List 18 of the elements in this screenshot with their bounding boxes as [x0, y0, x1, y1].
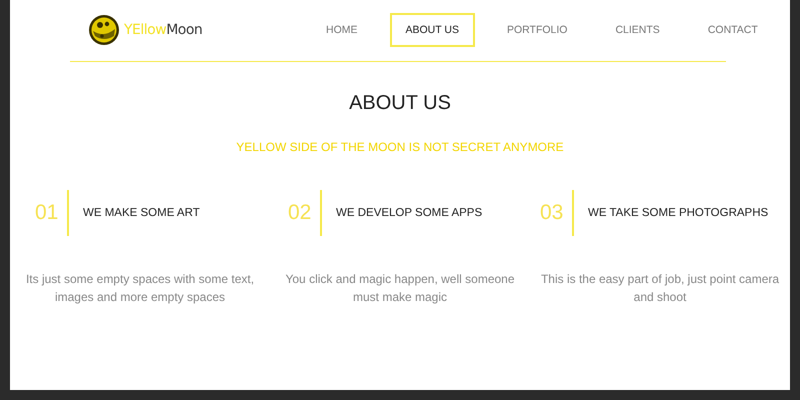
feature-number: 03 — [540, 201, 564, 225]
section-subtitle: YELLOW SIDE OF THE MOON IS NOT SECRET ANYMORE — [235, 140, 565, 154]
feature-description: Its just some empty spaces with some text, images and more empty spaces — [24, 271, 256, 306]
moon-logo-icon — [88, 14, 120, 46]
section-title: ABOUT US — [348, 92, 452, 115]
logo-text[interactable]: YEllowMoon — [124, 22, 202, 38]
nav-link[interactable]: PORTFOLIO — [490, 13, 584, 47]
nav-link[interactable]: CONTACT — [692, 13, 774, 47]
nav-link[interactable]: ABOUT US — [390, 13, 475, 47]
feature-heading: WE DEVELOP SOME APPS — [336, 207, 482, 219]
feature-description: This is the easy part of job, just point camera and shoot — [540, 271, 780, 306]
nav-link[interactable]: HOME — [310, 13, 374, 47]
feature-heading: WE MAKE SOME ART — [83, 207, 200, 219]
feature-heading: WE TAKE SOME PHOTOGRAPHS — [588, 207, 768, 219]
feature-number: 01 — [35, 201, 60, 225]
feature-description: You click and magic happen, well someone must make magic — [284, 271, 516, 306]
feature-number: 02 — [288, 201, 312, 225]
nav-link[interactable]: CLIENTS — [599, 13, 676, 47]
